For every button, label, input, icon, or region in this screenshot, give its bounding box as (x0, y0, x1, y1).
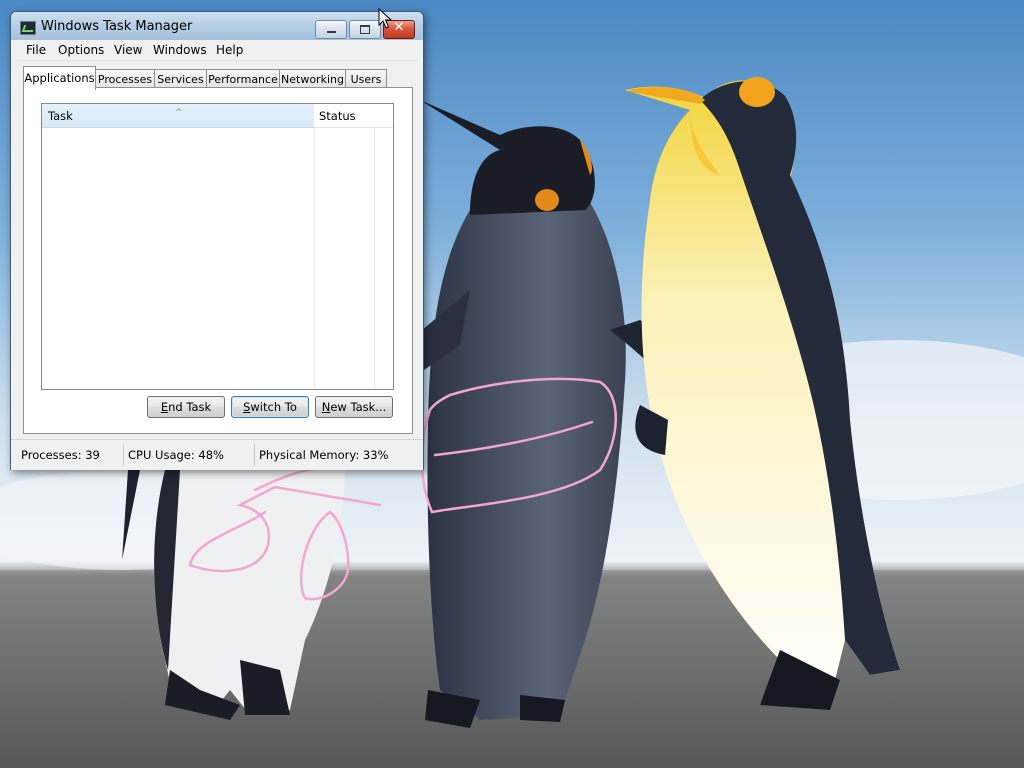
new-task-button[interactable]: New Task... (315, 396, 393, 418)
switch-to-label: witch To (250, 400, 297, 414)
column-header-status[interactable]: Status (314, 104, 380, 128)
menu-file[interactable]: File (26, 43, 46, 57)
switch-to-button[interactable]: Switch To (231, 396, 309, 418)
maximize-icon (360, 25, 370, 34)
window-title: Windows Task Manager (41, 19, 193, 34)
column-header-filler (375, 104, 393, 128)
status-physical-memory: Physical Memory: 33% (259, 448, 389, 462)
maximize-button[interactable] (349, 20, 381, 39)
task-manager-icon (20, 21, 36, 35)
tab-networking[interactable]: Networking (279, 69, 346, 89)
menu-bar: File Options View Windows Help (17, 40, 417, 61)
tab-performance[interactable]: Performance (206, 69, 280, 89)
menu-options[interactable]: Options (58, 43, 104, 57)
tab-processes[interactable]: Processes (95, 69, 155, 89)
mouse-pointer-icon (378, 8, 392, 29)
minimize-button[interactable] (315, 20, 347, 39)
status-processes: Processes: 39 (21, 448, 100, 462)
sort-ascending-icon: ^ (175, 108, 183, 118)
column-divider (314, 128, 315, 389)
menu-windows[interactable]: Windows (153, 43, 207, 57)
column-divider (374, 128, 375, 389)
menu-help[interactable]: Help (216, 43, 243, 57)
column-task-label: Task (48, 109, 73, 123)
title-bar[interactable]: Windows Task Manager ✕ (11, 12, 423, 40)
new-task-label: ew Task... (330, 400, 387, 414)
tab-users[interactable]: Users (345, 69, 387, 89)
tab-services[interactable]: Services (154, 69, 207, 89)
menu-view[interactable]: View (114, 43, 142, 57)
tab-applications[interactable]: Applications (23, 66, 96, 90)
end-task-button[interactable]: End Task (147, 396, 225, 418)
status-bar: Processes: 39 CPU Usage: 48% Physical Me… (11, 439, 423, 470)
status-cpu-usage: CPU Usage: 48% (128, 448, 224, 462)
column-header-task[interactable]: Task ^ (42, 104, 320, 128)
task-list[interactable]: Task ^ Status (41, 103, 394, 390)
task-manager-window[interactable]: Windows Task Manager ✕ File Options View… (10, 11, 424, 470)
minimize-icon (327, 31, 336, 33)
end-task-label: nd Task (168, 400, 212, 414)
end-task-mnemonic: E (160, 400, 169, 414)
